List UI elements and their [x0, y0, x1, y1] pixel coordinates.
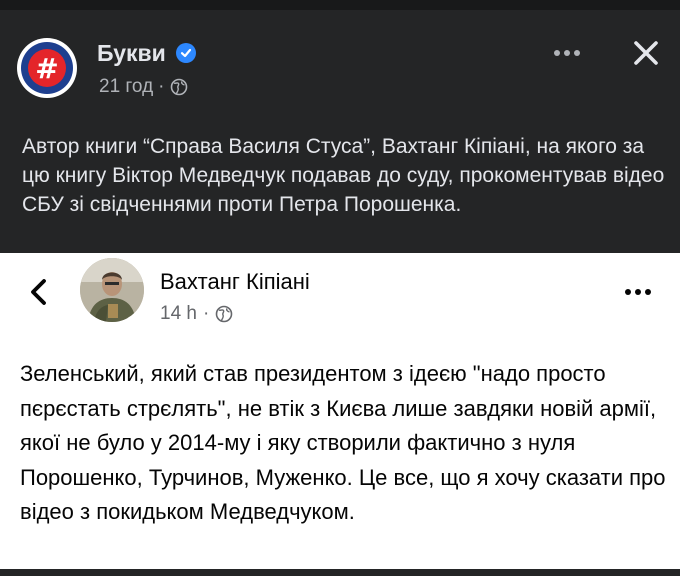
more-options-icon[interactable]: [554, 48, 584, 58]
top-strip: [0, 0, 680, 10]
globe-icon: [170, 78, 187, 96]
post-header-area: # Букви 21 год · Автор книги “Справа Вас…: [0, 10, 680, 253]
page-name[interactable]: Букви: [97, 40, 166, 67]
globe-icon: [216, 305, 233, 323]
avatar-ring-blue: #: [21, 42, 73, 94]
post-time[interactable]: 21 год: [99, 76, 153, 98]
more-options-icon[interactable]: [625, 287, 655, 297]
back-chevron-icon[interactable]: [28, 277, 50, 307]
embedded-post-card: Вахтанг Кіпіані 14 h · Зеленський, який …: [0, 253, 680, 576]
close-icon[interactable]: [632, 39, 660, 67]
separator-dot: ·: [202, 303, 210, 324]
post-meta: 21 год ·: [99, 76, 188, 98]
post-caption: Автор книги “Справа Василя Стуса”, Вахта…: [22, 135, 665, 216]
hash-logo-icon: #: [28, 49, 66, 87]
separator-dot: ·: [158, 76, 165, 97]
bottom-strip: [0, 569, 680, 576]
verified-check-icon: [176, 43, 196, 63]
page-avatar[interactable]: #: [17, 38, 77, 98]
embedded-time[interactable]: 14 h: [160, 303, 197, 325]
author-name[interactable]: Вахтанг Кіпіані: [160, 269, 310, 295]
author-avatar[interactable]: [80, 258, 144, 322]
embedded-meta: 14 h ·: [160, 303, 233, 325]
embedded-post-text: Зеленський, який став президентом з ідеє…: [20, 361, 666, 524]
